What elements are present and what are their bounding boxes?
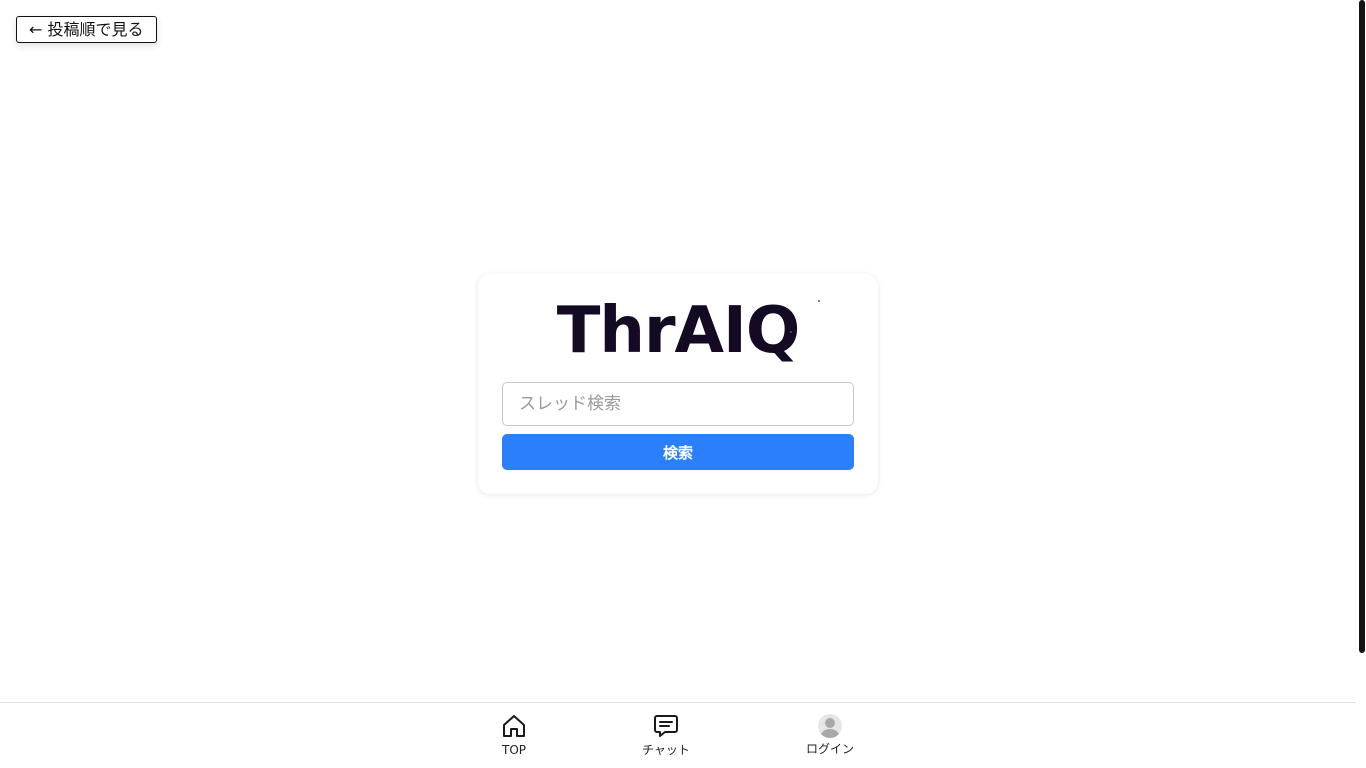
logo: ThrAIQ <box>478 296 878 366</box>
thread-search-input[interactable] <box>502 382 854 426</box>
nav-item-login[interactable]: ログイン <box>785 713 875 763</box>
chat-icon <box>654 715 678 737</box>
page: ← 投稿順で見る ThrAIQ 検索 TOP チャット <box>0 0 1366 768</box>
nav-item-chat[interactable]: チャット <box>621 713 711 763</box>
avatar-body <box>821 729 839 738</box>
nav-label-login: ログイン <box>805 742 854 756</box>
avatar-icon <box>818 714 842 738</box>
bottom-nav: TOP チャット ログイン <box>0 702 1356 768</box>
search-button[interactable]: 検索 <box>502 434 854 470</box>
home-icon <box>503 715 525 737</box>
scrollbar-thumb[interactable] <box>1359 0 1365 653</box>
scrollbar-track[interactable] <box>1356 0 1366 768</box>
search-card: ThrAIQ 検索 <box>478 274 878 494</box>
logo-text: ThrAIQ <box>556 294 801 368</box>
logo-decoration <box>790 331 792 333</box>
nav-label-top: TOP <box>501 743 526 757</box>
view-by-post-order-button[interactable]: ← 投稿順で見る <box>16 16 157 43</box>
nav-item-top[interactable]: TOP <box>469 713 559 763</box>
nav-label-chat: チャット <box>642 743 690 757</box>
avatar-head <box>825 718 835 728</box>
logo-decoration <box>818 300 820 302</box>
